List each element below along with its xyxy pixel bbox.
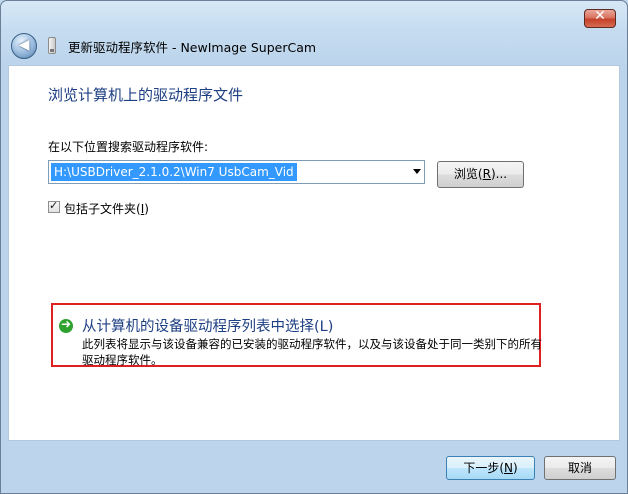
include-subfolders-prefix: 包括子文件夹(	[64, 202, 141, 216]
close-button[interactable]: ✕	[584, 8, 616, 28]
next-label-prefix: 下一步(	[463, 461, 504, 475]
include-subfolders-suffix: )	[144, 202, 149, 216]
close-icon[interactable]: ✕	[585, 8, 615, 24]
browse-label-prefix: 浏览(	[453, 167, 483, 181]
window-title: 更新驱动程序软件 - NewImage SuperCam	[68, 40, 317, 55]
chevron-down-icon[interactable]	[413, 169, 421, 174]
pick-from-list-description: 此列表将显示与该设备兼容的已安装的驱动程序软件，以及与该设备处于同一类别下的所有…	[82, 337, 542, 367]
driver-update-window: ✕ ◀ 更新驱动程序软件 - NewImage SuperCam 浏览计算机上的…	[0, 0, 628, 494]
pick-from-list-link[interactable]: 从计算机的设备驱动程序列表中选择(L)	[82, 315, 333, 336]
pick-from-list-option[interactable]: ➜ 从计算机的设备驱动程序列表中选择(L) 此列表将显示与该设备兼容的已安装的驱…	[51, 303, 542, 367]
checkmark-icon: ✓	[49, 199, 59, 212]
next-button[interactable]: 下一步(N)	[446, 456, 535, 480]
arrow-glyph: ➜	[60, 317, 72, 331]
include-subfolders-checkbox[interactable]: ✓	[48, 199, 60, 213]
back-arrow-icon[interactable]: ◀	[12, 37, 36, 53]
browse-button[interactable]: 浏览(R)...	[437, 161, 524, 188]
driver-path-combobox[interactable]: H:\USBDriver_2.1.0.2\Win7 UsbCam_Vid	[48, 160, 425, 184]
page-title: 浏览计算机上的驱动程序文件	[48, 86, 244, 104]
title-bar: ◀ 更新驱动程序软件 - NewImage SuperCam	[8, 31, 620, 65]
cancel-button[interactable]: 取消	[544, 456, 616, 480]
next-label-suffix: )	[512, 461, 518, 475]
driver-path-value[interactable]: H:\USBDriver_2.1.0.2\Win7 UsbCam_Vid	[51, 163, 297, 181]
usb-device-icon	[48, 37, 56, 54]
browse-label-suffix: )...	[490, 167, 508, 181]
include-subfolders-label[interactable]: 包括子文件夹(I)	[64, 200, 149, 217]
green-arrow-icon: ➜	[59, 317, 73, 333]
search-location-label: 在以下位置搜索驱动程序软件:	[48, 140, 209, 154]
browse-mnemonic: R	[482, 167, 491, 181]
content-panel: 浏览计算机上的驱动程序文件 在以下位置搜索驱动程序软件: H:\USBDrive…	[8, 65, 620, 441]
back-button[interactable]: ◀	[11, 33, 37, 59]
next-mnemonic: N	[504, 461, 513, 475]
